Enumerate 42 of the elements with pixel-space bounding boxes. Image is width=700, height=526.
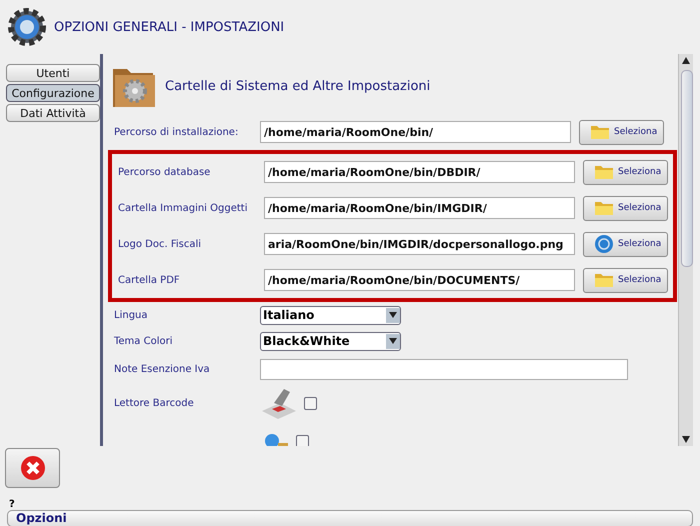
field-label: Cartella PDF: [117, 274, 181, 286]
field-label: Tema Colori: [113, 336, 174, 346]
window-title: OPZIONI GENERALI - IMPOSTAZIONI: [54, 20, 284, 34]
dropdown[interactable]: Black&White: [260, 332, 401, 350]
field-label: Lettore Barcode: [113, 398, 195, 408]
close-button[interactable]: [5, 448, 60, 488]
path-field[interactable]: /home/maria/RoomOne/bin/DOCUMENTS/: [264, 269, 575, 291]
path-field[interactable]: /home/maria/RoomOne/bin/IMGDIR/: [264, 197, 575, 219]
sidebar-tab[interactable]: Dati Attività: [6, 104, 100, 122]
path-field[interactable]: aria/RoomOne/bin/IMGDIR/docpersonallogo.png: [264, 233, 575, 255]
scroll-up-icon[interactable]: [682, 57, 690, 64]
folder-icon: [594, 272, 614, 288]
help-text: ?: [8, 498, 16, 510]
field-label: Percorso di installazione:: [113, 126, 240, 138]
sidebar-tab[interactable]: Utenti: [6, 64, 100, 82]
path-field[interactable]: /home/maria/RoomOne/bin/: [260, 121, 571, 143]
status-bar: Opzioni: [7, 510, 693, 526]
folder-icon: [594, 200, 614, 216]
select-button[interactable]: Seleziona: [583, 268, 668, 292]
checkbox[interactable]: [304, 396, 317, 410]
field-label: Cartella Immagini Oggetti: [117, 202, 248, 214]
folder-icon: [590, 124, 610, 140]
checkbox[interactable]: [296, 434, 309, 446]
field-label: Lingua: [113, 310, 149, 320]
globe-icon: [594, 234, 614, 254]
field-label: Note Esenzione Iva: [113, 364, 211, 374]
scroll-down-icon[interactable]: [682, 436, 690, 443]
select-button[interactable]: Seleziona: [579, 120, 664, 144]
scroll-thumb[interactable]: [681, 70, 693, 267]
select-button[interactable]: Seleziona: [583, 160, 668, 184]
field-label: Percorso database: [117, 166, 212, 178]
section-title: Cartelle di Sistema ed Altre Impostazioni: [165, 78, 430, 94]
field-label: Logo Doc. Fiscali: [117, 238, 202, 250]
path-field[interactable]: /home/maria/RoomOne/bin/DBDIR/: [264, 161, 575, 183]
dropdown[interactable]: Italiano: [260, 306, 401, 324]
folder-icon: [594, 164, 614, 180]
gear-icon: [6, 6, 48, 48]
select-button[interactable]: Seleziona: [583, 232, 668, 256]
sidebar-tab[interactable]: Configurazione: [6, 84, 100, 102]
close-icon: [20, 455, 46, 481]
text-field[interactable]: [260, 358, 628, 380]
select-button[interactable]: Seleziona: [583, 196, 668, 220]
